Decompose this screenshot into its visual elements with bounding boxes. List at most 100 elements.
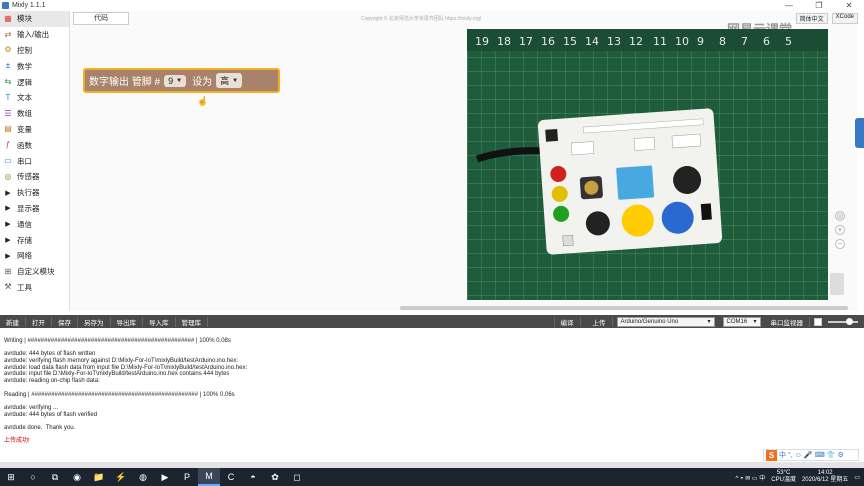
console-toggle[interactable] [814,317,822,326]
caret-right-icon: ▶ [5,205,11,213]
workspace-horizontal-scrollbar[interactable] [400,306,848,310]
minimize-button[interactable]: — [774,1,804,10]
ime-chinese-icon[interactable]: 中 [779,450,786,460]
ime-punct-icon[interactable]: °, [788,452,793,459]
sidebar-item-actuator[interactable]: ▶ 执行器 [0,185,69,201]
font-size-slider[interactable] [828,317,858,325]
level-dropdown[interactable]: 高 ▼ [216,73,243,88]
maximize-button[interactable]: ❐ [804,1,834,10]
slider-thumb[interactable] [846,317,853,325]
ime-skin-icon[interactable]: 👕 [827,451,836,459]
ime-voice-icon[interactable]: 🎤 [804,451,813,459]
sogou-logo-icon[interactable]: S [766,449,777,461]
save-button[interactable]: 保存 [52,316,78,327]
wechat-icon[interactable]: ✿ [264,468,286,486]
port-select[interactable]: COM16 ▾ [722,316,761,327]
tray-icons[interactable]: ^ ◓ ✉ ▭ 中 [735,473,765,482]
clock[interactable]: 14:02 2020/6/12 星期五 [802,470,848,484]
tools-icon: ⚒ [4,282,12,292]
sidebar-item-tools[interactable]: ⚒ 工具 [0,280,69,296]
side-panel-tab[interactable] [855,118,864,148]
sidebar-item-label: 执行器 [17,188,40,198]
sidebar-item-display[interactable]: ▶ 显示器 [0,201,69,217]
obs-icon[interactable]: ◓ [242,468,264,486]
sidebar-item-storage[interactable]: ▶ 存储 [0,232,69,248]
sidebar-item-io[interactable]: ⇄ 输入/输出 [0,27,69,43]
browser-icon[interactable]: ◍ [132,468,154,486]
open-button[interactable]: 打开 [26,316,52,327]
save-as-button[interactable]: 另存为 [78,316,111,327]
notification-icon[interactable]: ▭ [854,474,860,481]
sidebar-item-communication[interactable]: ▶ 通信 [0,216,69,232]
console-line: Writing | ##############################… [4,338,231,344]
search-icon[interactable]: ○ [22,468,44,486]
serial-icon: ▭ [4,156,12,166]
task-view-icon[interactable]: ⧉ [44,468,66,486]
trash-can-icon[interactable] [830,273,844,295]
chevron-down-icon: ▾ [753,318,757,325]
ime-settings-icon[interactable]: ⚙ [837,451,843,459]
export-library-button[interactable]: 导出库 [111,316,143,327]
sidebar-item-network[interactable]: ▶ 网络 [0,248,69,264]
serial-monitor-button[interactable]: 串口监视器 [765,316,810,327]
upload-button[interactable]: 上传 [587,316,613,327]
sidebar-item-label: 显示器 [17,203,40,213]
file-explorer-icon[interactable]: 📁 [88,468,110,486]
zoom-in-icon[interactable]: + [835,225,845,235]
svg-text:5: 5 [785,35,792,48]
digital-write-block[interactable]: 数字输出 管脚 # 9 ▼ 设为 高 ▼ [83,68,280,93]
zoom-out-icon[interactable]: − [835,239,845,249]
sidebar-item-serial[interactable]: ▭ 串口 [0,153,69,169]
svg-text:10: 10 [675,35,689,48]
manage-library-button[interactable]: 管理库 [176,316,208,327]
mixly-icon[interactable]: M [198,468,220,486]
chevron-down-icon: ▼ [176,77,183,84]
ime-keyboard-icon[interactable]: ⌨ [815,451,825,459]
new-button[interactable]: 新建 [0,316,26,327]
sidebar-item-control[interactable]: ⚙ 控制 [0,43,69,59]
sidebar-item-sensor[interactable]: ◎ 传感器 [0,169,69,185]
sidebar-item-label: 文本 [17,93,32,103]
sidebar-item-custom-module[interactable]: ⊞ 自定义模块 [0,264,69,280]
media-icon[interactable]: ▶ [154,468,176,486]
close-button[interactable]: ✕ [834,1,864,10]
powerpoint-icon[interactable]: P [176,468,198,486]
caret-right-icon: ▶ [5,221,11,229]
cpu-temperature: 53°C CPU温度 [771,470,796,484]
thunder-icon[interactable]: ⚡ [110,468,132,486]
import-library-button[interactable]: 导入库 [143,316,176,327]
svg-text:12: 12 [629,35,643,48]
sidebar-item-label: 传感器 [17,172,40,182]
sidebar-item-math[interactable]: ± 数学 [0,58,69,74]
tab-code[interactable]: 代码 [73,12,129,25]
svg-text:14: 14 [585,35,599,48]
language-select[interactable]: 简体中文 [795,13,828,24]
sidebar-item-array[interactable]: ☰ 数组 [0,106,69,122]
svg-text:6: 6 [763,35,770,48]
text-icon: T [5,92,11,102]
sidebar-item-module[interactable]: ▦ 模块 [0,11,69,27]
svg-text:9: 9 [697,35,704,48]
camtasia-icon[interactable]: C [220,468,242,486]
sidebar-item-variable[interactable]: ▤ 变量 [0,122,69,138]
compile-button[interactable]: 编译 [553,316,581,327]
center-icon[interactable]: ◎ [835,211,845,221]
svg-text:11: 11 [653,35,667,48]
xcode-select[interactable]: XCode [831,13,858,24]
block-prefix-label: 数字输出 管脚 # [89,77,161,88]
pin-dropdown[interactable]: 9 ▼ [164,74,187,87]
recorder-icon[interactable]: ◻ [286,468,308,486]
start-icon[interactable]: ⊞ [0,468,22,486]
sidebar-item-logic[interactable]: ⇆ 逻辑 [0,74,69,90]
cpu-temp-label: CPU温度 [771,477,796,483]
sidebar-item-text[interactable]: T 文本 [0,90,69,106]
sidebar-item-label: 模块 [17,14,32,24]
sidebar-item-function[interactable]: ƒ 函数 [0,137,69,153]
svg-text:13: 13 [607,35,621,48]
chrome-icon[interactable]: ◉ [66,468,88,486]
ime-emoji-icon[interactable]: ☺ [795,452,802,459]
board-select[interactable]: Arduino/Genuino Uno ▾ [616,316,715,327]
